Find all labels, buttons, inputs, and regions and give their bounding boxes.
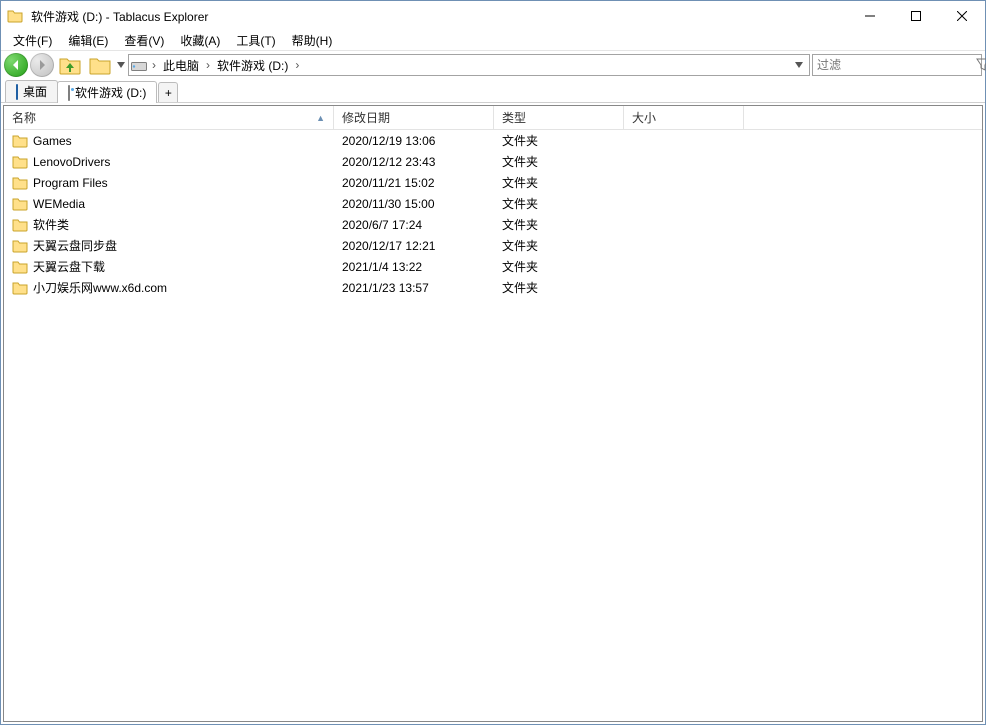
file-type: 文件夹 (494, 258, 624, 275)
file-type: 文件夹 (494, 174, 624, 191)
file-name: 天翼云盘下载 (33, 258, 105, 275)
filter-box[interactable] (812, 54, 982, 76)
open-folder-button[interactable] (86, 53, 114, 77)
list-header: 名称 ▲ 修改日期 类型 大小 (4, 106, 982, 130)
file-type: 文件夹 (494, 216, 624, 233)
breadcrumb-sep-icon: › (149, 58, 159, 72)
file-name: WEMedia (33, 197, 85, 211)
drive-icon (131, 59, 147, 71)
file-date: 2020/11/21 15:02 (334, 176, 494, 190)
address-dropdown[interactable] (791, 55, 807, 75)
menu-favorite[interactable]: 收藏(A) (172, 31, 228, 50)
file-type: 文件夹 (494, 132, 624, 149)
table-row[interactable]: LenovoDrivers 2020/12/12 23:43文件夹 (4, 151, 982, 172)
close-button[interactable] (939, 1, 985, 31)
minimize-button[interactable] (847, 1, 893, 31)
table-row[interactable]: WEMedia 2020/11/30 15:00文件夹 (4, 193, 982, 214)
tab-bar: 桌面 软件游戏 (D:) + (1, 79, 985, 103)
table-row[interactable]: Program Files 2020/11/21 15:02文件夹 (4, 172, 982, 193)
folder-icon (12, 238, 28, 254)
folder-icon (12, 175, 28, 191)
column-header-size[interactable]: 大小 (624, 106, 744, 129)
filter-input[interactable] (813, 58, 976, 72)
file-name: 软件类 (33, 216, 69, 233)
file-date: 2021/1/23 13:57 (334, 281, 494, 295)
filter-icon[interactable] (976, 58, 986, 72)
file-date: 2020/12/12 23:43 (334, 155, 494, 169)
folder-icon (12, 259, 28, 275)
folder-icon (12, 133, 28, 149)
tab-drive-d[interactable]: 软件游戏 (D:) (57, 81, 157, 103)
drive-icon (68, 86, 70, 100)
desktop-icon (16, 85, 18, 99)
file-type: 文件夹 (494, 195, 624, 212)
file-date: 2021/1/4 13:22 (334, 260, 494, 274)
back-button[interactable] (4, 53, 28, 77)
menu-help[interactable]: 帮助(H) (284, 31, 341, 50)
sort-asc-icon: ▲ (316, 113, 325, 123)
breadcrumb-segment[interactable]: 软件游戏 (D:) (215, 57, 290, 74)
menu-view[interactable]: 查看(V) (116, 31, 172, 50)
column-header-type[interactable]: 类型 (494, 106, 624, 129)
breadcrumb-sep-icon: › (292, 58, 302, 72)
file-type: 文件夹 (494, 237, 624, 254)
file-name: Games (33, 134, 72, 148)
file-date: 2020/11/30 15:00 (334, 197, 494, 211)
history-dropdown[interactable] (116, 53, 126, 77)
window-title: 软件游戏 (D:) - Tablacus Explorer (29, 8, 208, 25)
table-row[interactable]: 天翼云盘同步盘 2020/12/17 12:21文件夹 (4, 235, 982, 256)
table-row[interactable]: 天翼云盘下载 2021/1/4 13:22文件夹 (4, 256, 982, 277)
folder-icon (12, 280, 28, 296)
breadcrumb-root[interactable]: 此电脑 (161, 57, 201, 74)
menu-bar: 文件(F) 编辑(E) 查看(V) 收藏(A) 工具(T) 帮助(H) (1, 31, 985, 51)
nav-toolbar: › 此电脑 › 软件游戏 (D:) › (1, 51, 985, 79)
column-header-name[interactable]: 名称 ▲ (4, 106, 334, 129)
up-folder-button[interactable] (56, 53, 84, 77)
menu-tools[interactable]: 工具(T) (228, 31, 283, 50)
breadcrumb-sep-icon: › (203, 58, 213, 72)
file-name: 小刀娱乐网www.x6d.com (33, 279, 167, 296)
file-list: 名称 ▲ 修改日期 类型 大小 Games2020/12/19 13:06文件夹… (3, 105, 983, 722)
tab-desktop[interactable]: 桌面 (5, 80, 58, 102)
menu-edit[interactable]: 编辑(E) (60, 31, 116, 50)
title-bar: 软件游戏 (D:) - Tablacus Explorer (1, 1, 985, 31)
file-date: 2020/12/19 13:06 (334, 134, 494, 148)
column-header-date[interactable]: 修改日期 (334, 106, 494, 129)
address-bar[interactable]: › 此电脑 › 软件游戏 (D:) › (128, 54, 810, 76)
file-date: 2020/6/7 17:24 (334, 218, 494, 232)
file-name: 天翼云盘同步盘 (33, 237, 117, 254)
folder-icon (12, 196, 28, 212)
file-type: 文件夹 (494, 279, 624, 296)
table-row[interactable]: Games 2020/12/19 13:06文件夹 (4, 130, 982, 151)
file-date: 2020/12/17 12:21 (334, 239, 494, 253)
folder-icon (12, 217, 28, 233)
new-tab-button[interactable]: + (158, 82, 178, 102)
table-row[interactable]: 软件类 2020/6/7 17:24文件夹 (4, 214, 982, 235)
folder-icon (12, 154, 28, 170)
menu-file[interactable]: 文件(F) (5, 31, 60, 50)
tab-label: 桌面 (23, 83, 47, 100)
app-folder-icon (7, 8, 23, 24)
file-type: 文件夹 (494, 153, 624, 170)
file-name: Program Files (33, 176, 108, 190)
tab-label: 软件游戏 (D:) (75, 84, 146, 101)
maximize-button[interactable] (893, 1, 939, 31)
forward-button[interactable] (30, 53, 54, 77)
file-name: LenovoDrivers (33, 155, 110, 169)
table-row[interactable]: 小刀娱乐网www.x6d.com 2021/1/23 13:57文件夹 (4, 277, 982, 298)
